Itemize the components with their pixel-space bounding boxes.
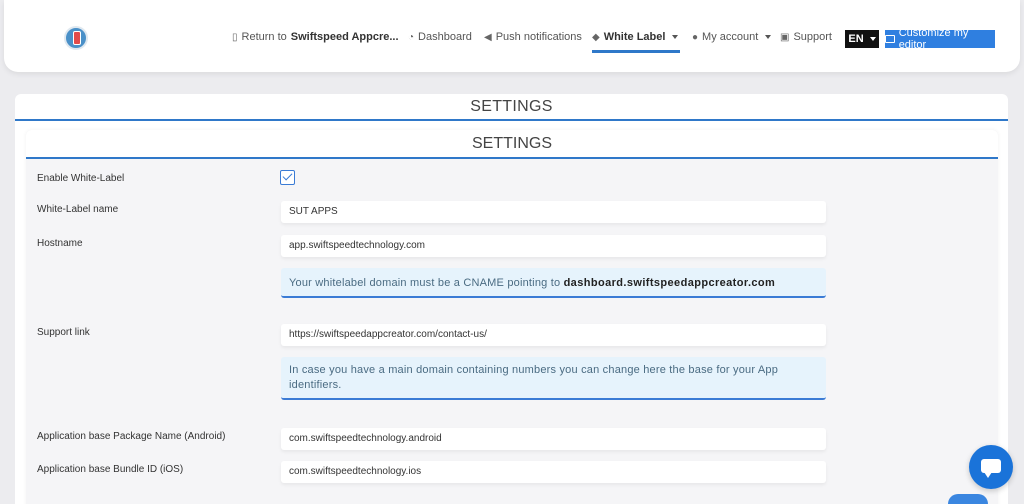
identifier-info-alert: In case you have a main domain containin… <box>281 357 826 400</box>
nav-push-label: Push notifications <box>495 31 582 43</box>
page-title: SETTINGS <box>470 98 553 115</box>
enable-white-label-label: Enable White-Label <box>37 173 125 184</box>
hostname-label: Hostname <box>37 238 83 249</box>
nav-white-label[interactable]: ◆ White Label <box>592 31 679 43</box>
ios-bundle-id-label: Application base Bundle ID (iOS) <box>37 464 184 475</box>
mobile-icon: ▯ <box>232 31 238 43</box>
hostname-info-alert: Your whitelabel domain must be a CNAME p… <box>281 268 826 298</box>
white-label-name-input[interactable]: SUT APPS <box>281 201 826 223</box>
android-package-input[interactable]: com.swiftspeedtechnology.android <box>281 428 826 450</box>
nav-support[interactable]: ▣ Support <box>780 31 832 43</box>
white-label-name-label: White-Label name <box>37 204 119 215</box>
chat-button[interactable] <box>969 445 1013 489</box>
phone-icon <box>73 31 81 45</box>
hostname-input[interactable]: app.swiftspeedtechnology.com <box>281 235 826 257</box>
nav-return-app-name: Swiftspeed Appcre... <box>290 31 399 43</box>
nav-push-notifications[interactable]: ◀ Push notifications <box>484 31 582 43</box>
enable-white-label-checkbox[interactable] <box>280 170 295 185</box>
nav-return-prefix: Return to <box>241 31 287 43</box>
active-tab-indicator <box>592 50 680 53</box>
nav-support-label: Support <box>793 31 832 43</box>
card-title-divider <box>26 157 998 159</box>
monitor-icon <box>885 35 895 43</box>
nav-dashboard[interactable]: ◔ Dashboard <box>408 31 472 43</box>
title-divider <box>15 119 1008 121</box>
tag-icon: ◆ <box>592 31 600 43</box>
briefcase-icon: ▣ <box>780 31 790 43</box>
ios-bundle-id-input[interactable]: com.swiftspeedtechnology.ios <box>281 461 826 483</box>
android-package-label: Application base Package Name (Android) <box>37 431 226 442</box>
language-label: EN <box>848 33 864 45</box>
top-navigation: ▯ Return to Swiftspeed Appcre... ◔ Dashb… <box>4 0 1020 72</box>
app-logo[interactable] <box>64 26 88 50</box>
dashboard-icon: ◔ <box>408 31 415 43</box>
user-icon: ● <box>692 31 699 43</box>
language-selector[interactable]: EN <box>845 30 879 48</box>
chevron-down-icon <box>765 35 772 39</box>
nav-dashboard-label: Dashboard <box>418 31 472 43</box>
support-link-input[interactable]: https://swiftspeedappcreator.com/contact… <box>281 324 826 346</box>
hostname-alert-domain: dashboard.swiftspeedappcreator.com <box>563 277 776 289</box>
secondary-floating-button[interactable] <box>948 494 988 504</box>
customize-editor-button[interactable]: Customize my editor <box>885 27 995 51</box>
nav-white-label-label: White Label <box>603 31 666 43</box>
support-link-label: Support link <box>37 327 90 338</box>
chevron-down-icon <box>869 37 876 41</box>
nav-my-account[interactable]: ● My account <box>692 31 772 43</box>
chevron-down-icon <box>672 35 679 39</box>
card-title: SETTINGS <box>471 135 552 152</box>
bullhorn-icon: ◀ <box>484 31 492 43</box>
chat-icon <box>981 459 1001 478</box>
nav-my-account-label: My account <box>702 31 759 43</box>
card-header: SETTINGS <box>26 130 998 159</box>
customize-label: Customize my editor <box>898 27 969 51</box>
nav-return-to-app[interactable]: ▯ Return to Swiftspeed Appcre... <box>232 31 399 43</box>
hostname-alert-text: Your whitelabel domain must be a CNAME p… <box>289 277 561 289</box>
